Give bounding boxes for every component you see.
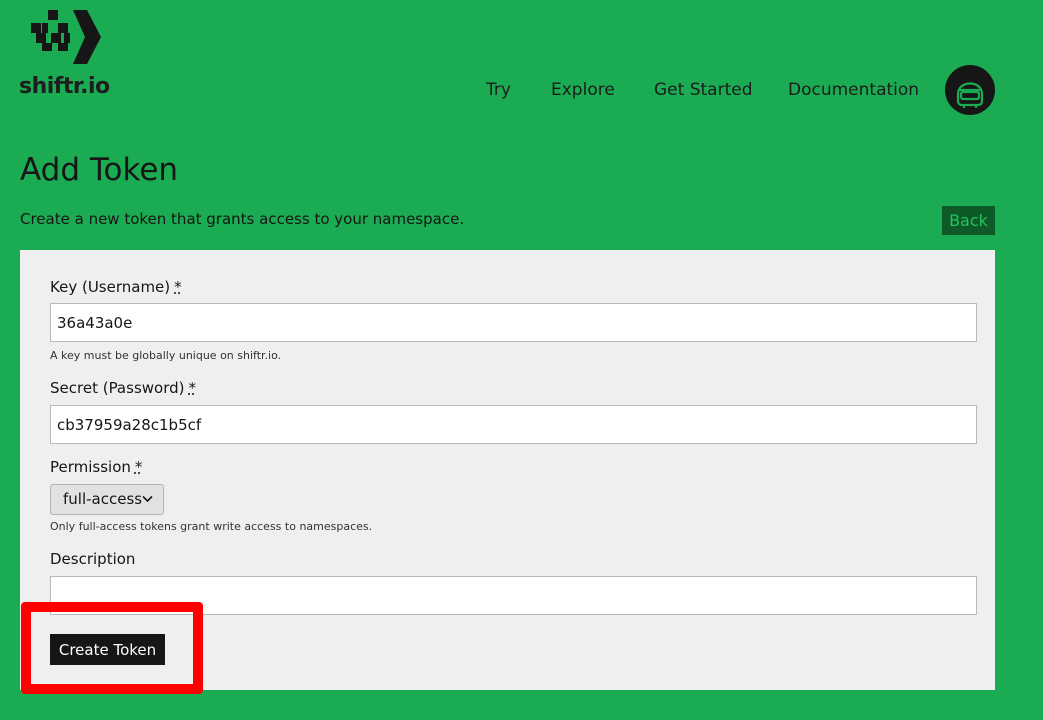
key-label-text: Key (Username) — [50, 278, 171, 296]
key-input[interactable] — [50, 303, 977, 342]
user-avatar[interactable] — [945, 65, 995, 115]
brand-name[interactable]: shiftr.io — [19, 74, 110, 99]
permission-selected-value: full-access — [63, 490, 143, 508]
create-token-button[interactable]: Create Token — [50, 634, 165, 665]
chevron-down-icon — [142, 495, 153, 503]
key-label: Key (Username) * — [50, 278, 182, 296]
required-mark: * — [174, 278, 182, 296]
description-label-text: Description — [50, 550, 136, 568]
required-mark: * — [134, 458, 143, 476]
nav-link-try[interactable]: Try — [486, 80, 511, 100]
nav-link-get-started[interactable]: Get Started — [654, 80, 752, 100]
permission-help-text: Only full-access tokens grant write acce… — [50, 520, 373, 533]
description-input[interactable] — [50, 576, 977, 615]
robot-helmet-icon — [956, 82, 984, 108]
nav-link-explore[interactable]: Explore — [551, 80, 615, 100]
token-form: Key (Username)* A key must be globally u… — [20, 250, 995, 690]
logo-icon[interactable] — [31, 10, 103, 64]
page-title: Add Token — [20, 152, 179, 188]
secret-label-text: Secret (Password) — [50, 379, 185, 397]
page-subtitle: Create a new token that grants access to… — [20, 210, 465, 228]
secret-input[interactable] — [50, 405, 977, 444]
secret-label: Secret (Password) * — [50, 379, 196, 397]
nav-link-documentation[interactable]: Documentation — [788, 80, 919, 100]
description-label: Description — [50, 550, 135, 568]
permission-label-text: Permission — [50, 458, 131, 476]
permission-label: Permission * — [50, 458, 142, 476]
required-mark: * — [188, 379, 196, 397]
back-button[interactable]: Back — [942, 206, 995, 235]
key-help-text: A key must be globally unique on shiftr.… — [50, 349, 282, 362]
permission-select[interactable]: full-access — [50, 484, 164, 515]
